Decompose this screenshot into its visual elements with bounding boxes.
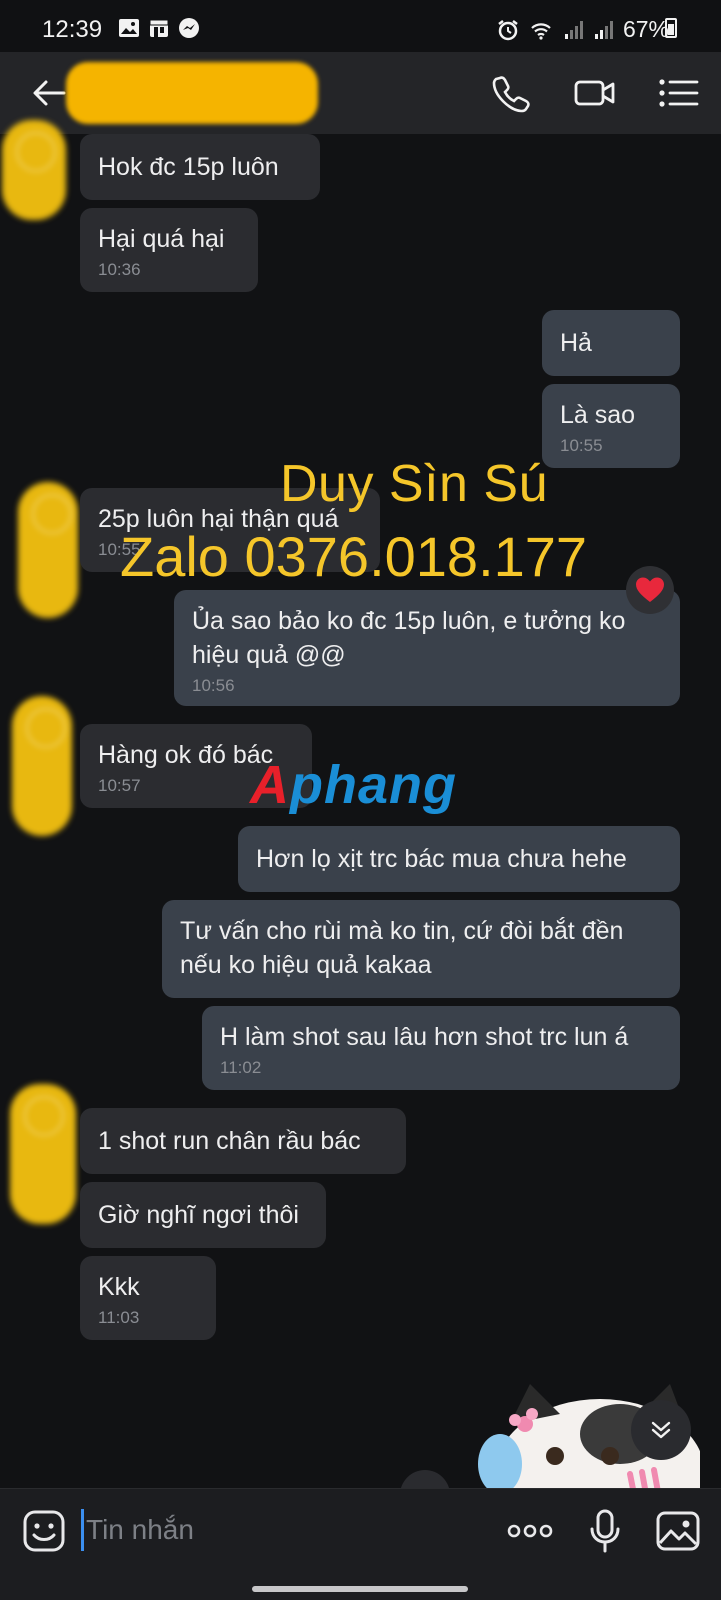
message-time: 10:55: [560, 436, 603, 455]
message-text-line: Tư vấn cho rùi mà ko tin, cứ đòi bắt đền: [180, 917, 624, 945]
store-icon: [149, 19, 169, 37]
message-time: 11:03: [98, 1308, 140, 1327]
message-text: Kkk: [98, 1273, 140, 1301]
message-bubble-outgoing[interactable]: H làm shot sau lâu hơn shot trc lun á 11…: [202, 1006, 680, 1090]
message-text: Hok đc 15p luôn: [98, 153, 279, 181]
message-text-line: nếu ko hiệu quả kakaa: [180, 951, 432, 979]
battery-icon: [665, 18, 677, 38]
message-bubble-outgoing[interactable]: Hả: [542, 310, 680, 376]
alarm-icon: [498, 19, 518, 40]
contact-avatar[interactable]: [12, 696, 72, 836]
image-icon[interactable]: [656, 1511, 700, 1551]
message-bubble-incoming[interactable]: 1 shot run chân rầu bác: [80, 1108, 406, 1174]
wifi-icon: [531, 22, 551, 40]
signal-icon: [564, 20, 583, 39]
phone-icon[interactable]: [490, 72, 532, 114]
status-notification-icons: [118, 17, 200, 39]
message-text: Hả: [560, 329, 592, 357]
back-arrow-icon[interactable]: [30, 74, 68, 112]
status-bar: 12:39 67%: [0, 0, 721, 52]
status-time: 12:39: [42, 16, 103, 43]
message-time: 10:36: [98, 260, 141, 279]
message-time: 10:56: [192, 676, 235, 695]
message-text: Hơn lọ xịt trc bác mua chưa hehe: [256, 845, 627, 873]
scroll-down-button[interactable]: [631, 1400, 691, 1460]
message-bubble-incoming[interactable]: Hok đc 15p luôn: [80, 134, 320, 200]
brand-logo: Aphang: [250, 755, 457, 815]
message-text: Giờ nghĩ ngơi thôi: [98, 1201, 299, 1229]
messenger-icon: [179, 18, 199, 38]
message-bubble-incoming[interactable]: Hại quá hại 10:36: [80, 208, 258, 292]
contact-avatar[interactable]: [18, 482, 78, 618]
message-time: 11:02: [220, 1058, 262, 1077]
microphone-icon[interactable]: [588, 1509, 622, 1553]
message-list[interactable]: Hok đc 15p luôn Hại quá hại 10:36 Hả Là …: [0, 120, 721, 1520]
signal-icon: [594, 20, 613, 39]
message-bubble-outgoing[interactable]: Tư vấn cho rùi mà ko tin, cứ đòi bắt đền…: [162, 900, 680, 998]
chat-screen: 12:39 67% Hok đc 15p luôn Hại quá hại 10…: [0, 0, 721, 1600]
home-indicator[interactable]: [252, 1586, 468, 1592]
heart-icon: [636, 577, 664, 602]
heart-reaction[interactable]: [626, 566, 674, 614]
message-bubble-outgoing[interactable]: Ủa sao bảo ko đc 15p luôn, e tưởng ko hi…: [174, 590, 680, 706]
message-composer: [0, 1488, 721, 1600]
status-system-icons: 67%: [497, 16, 669, 43]
message-bubble-incoming[interactable]: Kkk 11:03: [80, 1256, 216, 1340]
message-text-line: hiệu quả @@: [192, 641, 346, 669]
message-text: H làm shot sau lâu hơn shot trc lun á: [220, 1023, 629, 1051]
chat-header: [0, 52, 721, 134]
watermark-phone: Zalo 0376.018.177: [120, 525, 588, 588]
list-menu-icon[interactable]: [657, 72, 699, 114]
gallery-icon: [119, 19, 139, 37]
contact-avatar[interactable]: [2, 120, 66, 220]
contact-name[interactable]: [66, 62, 318, 124]
video-camera-icon[interactable]: [574, 72, 616, 114]
double-chevron-down-icon: [651, 1421, 671, 1439]
message-bubble-outgoing[interactable]: Hơn lọ xịt trc bác mua chưa hehe: [238, 826, 680, 892]
watermark-name: Duy Sìn Sú: [280, 455, 549, 513]
message-bubble-incoming[interactable]: Giờ nghĩ ngơi thôi: [80, 1182, 326, 1248]
message-text: Là sao: [560, 401, 636, 429]
contact-avatar[interactable]: [10, 1084, 76, 1224]
battery-percent: 67%: [622, 16, 669, 42]
message-text: 1 shot run chân rầu bác: [98, 1127, 361, 1155]
text-cursor: [81, 1509, 84, 1551]
more-options-icon[interactable]: [506, 1519, 554, 1543]
message-text: Hại quá hại: [98, 225, 225, 253]
message-text-line: Ủa sao bảo ko đc 15p luôn, e tưởng ko: [192, 607, 626, 635]
emoji-icon[interactable]: [22, 1509, 66, 1553]
message-input[interactable]: [86, 1507, 466, 1553]
message-bubble-outgoing[interactable]: Là sao 10:55: [542, 384, 680, 468]
